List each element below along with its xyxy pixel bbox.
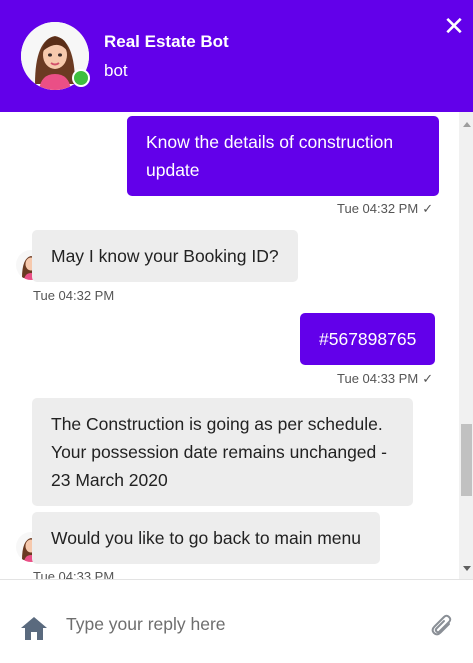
online-status-indicator xyxy=(72,69,90,87)
timestamp-text: Tue 04:32 PM xyxy=(337,201,419,216)
message-text: May I know your Booking ID? xyxy=(51,246,279,266)
read-check-icon: ✓ xyxy=(422,201,434,216)
bot-message-bubble: May I know your Booking ID? xyxy=(32,230,298,282)
bot-message-bubble: Would you like to go back to main menu xyxy=(32,512,380,564)
message-list: Know the details of construction update … xyxy=(0,112,473,579)
paperclip-icon[interactable] xyxy=(428,612,456,640)
message-timestamp: Tue 04:32 PM ✓ xyxy=(337,201,433,217)
message-timestamp: Tue 04:33 PM ✓ xyxy=(337,371,433,387)
chat-scrollbar[interactable] xyxy=(459,112,473,579)
bot-subtitle: bot xyxy=(104,61,128,80)
message-text: #567898765 xyxy=(319,329,417,349)
scroll-up-arrow-icon[interactable] xyxy=(463,122,471,127)
message-text: Would you like to go back to main menu xyxy=(51,528,361,548)
scrollbar-thumb[interactable] xyxy=(461,424,472,496)
message-text: Know the details of construction update xyxy=(146,132,394,180)
bot-name: Real Estate Bot xyxy=(104,32,229,51)
message-timestamp: Tue 04:32 PM xyxy=(33,288,115,303)
scroll-down-arrow-icon[interactable] xyxy=(463,566,471,571)
home-icon[interactable] xyxy=(20,615,48,641)
timestamp-text: Tue 04:33 PM xyxy=(337,371,419,386)
close-icon[interactable]: ✕ xyxy=(440,12,468,40)
chat-header: Real Estate Bot bot ✕ xyxy=(0,0,473,112)
user-message-bubble: Know the details of construction update xyxy=(127,116,439,196)
user-message-bubble: #567898765 xyxy=(300,313,436,365)
message-timestamp: Tue 04:33 PM xyxy=(33,569,115,579)
message-text: The Construction is going as per schedul… xyxy=(51,414,387,490)
read-check-icon: ✓ xyxy=(422,371,434,386)
composer-bar xyxy=(0,579,473,663)
bot-message-bubble: The Construction is going as per schedul… xyxy=(32,398,413,506)
reply-input[interactable] xyxy=(58,608,408,640)
